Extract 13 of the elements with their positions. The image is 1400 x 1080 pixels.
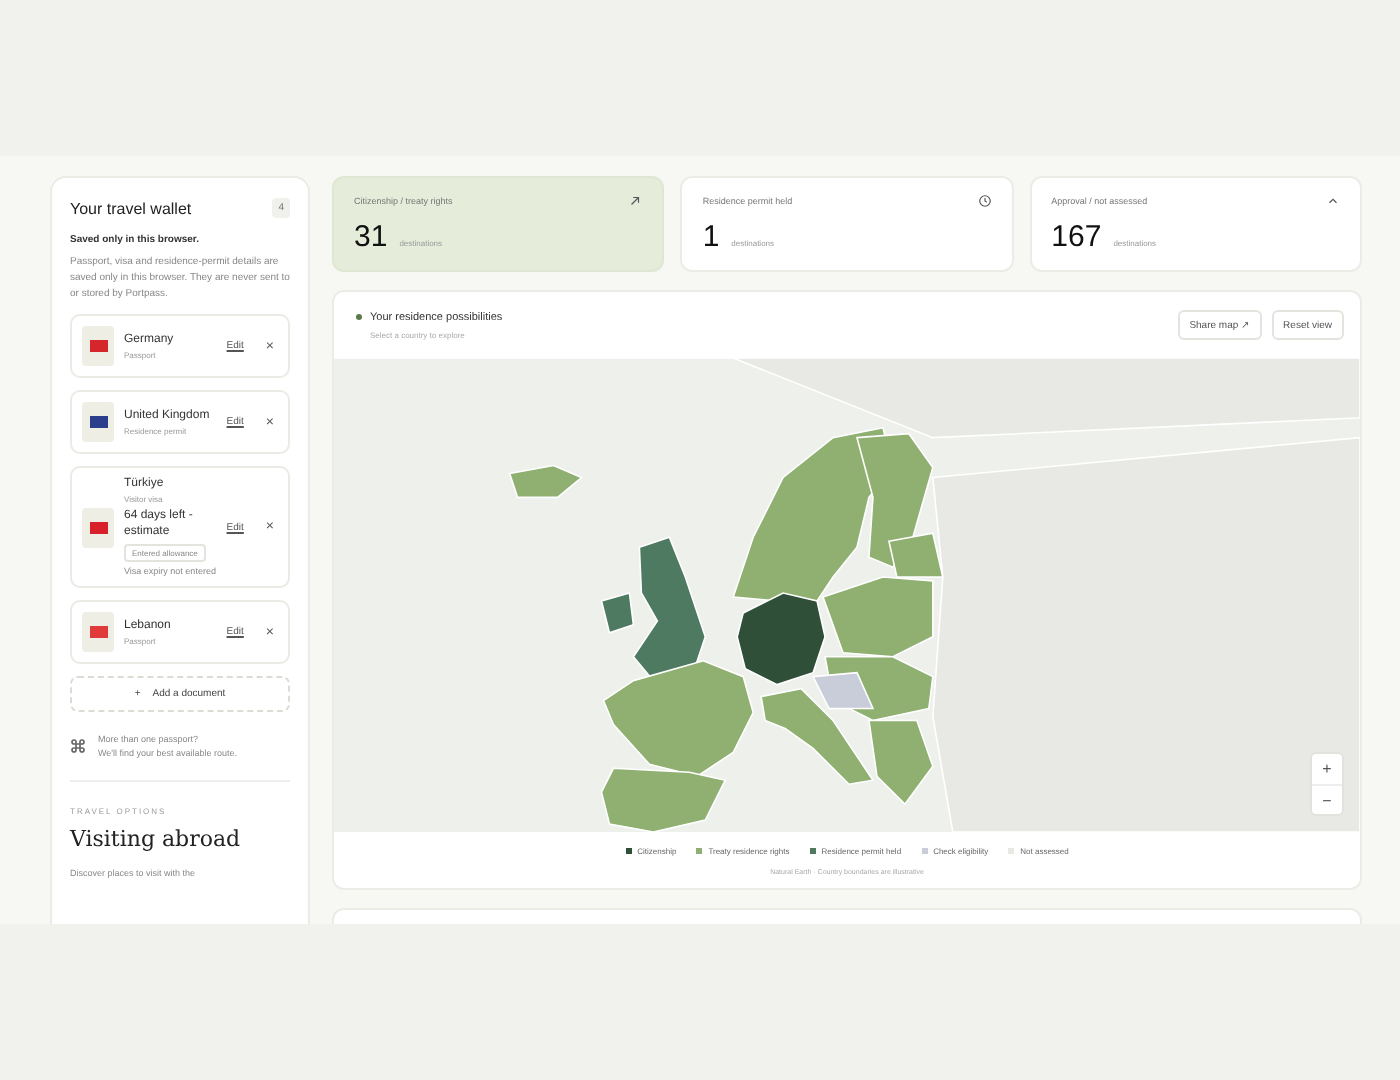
status-dot	[356, 314, 362, 320]
stat-value: 167	[1051, 220, 1102, 254]
command-icon	[70, 738, 86, 754]
arrow-up-right-icon	[628, 194, 643, 208]
stat-value: 1	[702, 220, 720, 254]
zoom-in-button[interactable]: +	[1312, 754, 1342, 784]
map-drawing[interactable]	[334, 358, 1360, 832]
clock-icon	[977, 194, 992, 208]
stat-value: 31	[354, 220, 388, 254]
zoom-out-button[interactable]: −	[1312, 784, 1342, 814]
section-title: Visiting abroad	[70, 826, 243, 852]
wallet-title: Your travel wallet	[70, 199, 192, 217]
chevron-up-icon	[1325, 194, 1340, 208]
